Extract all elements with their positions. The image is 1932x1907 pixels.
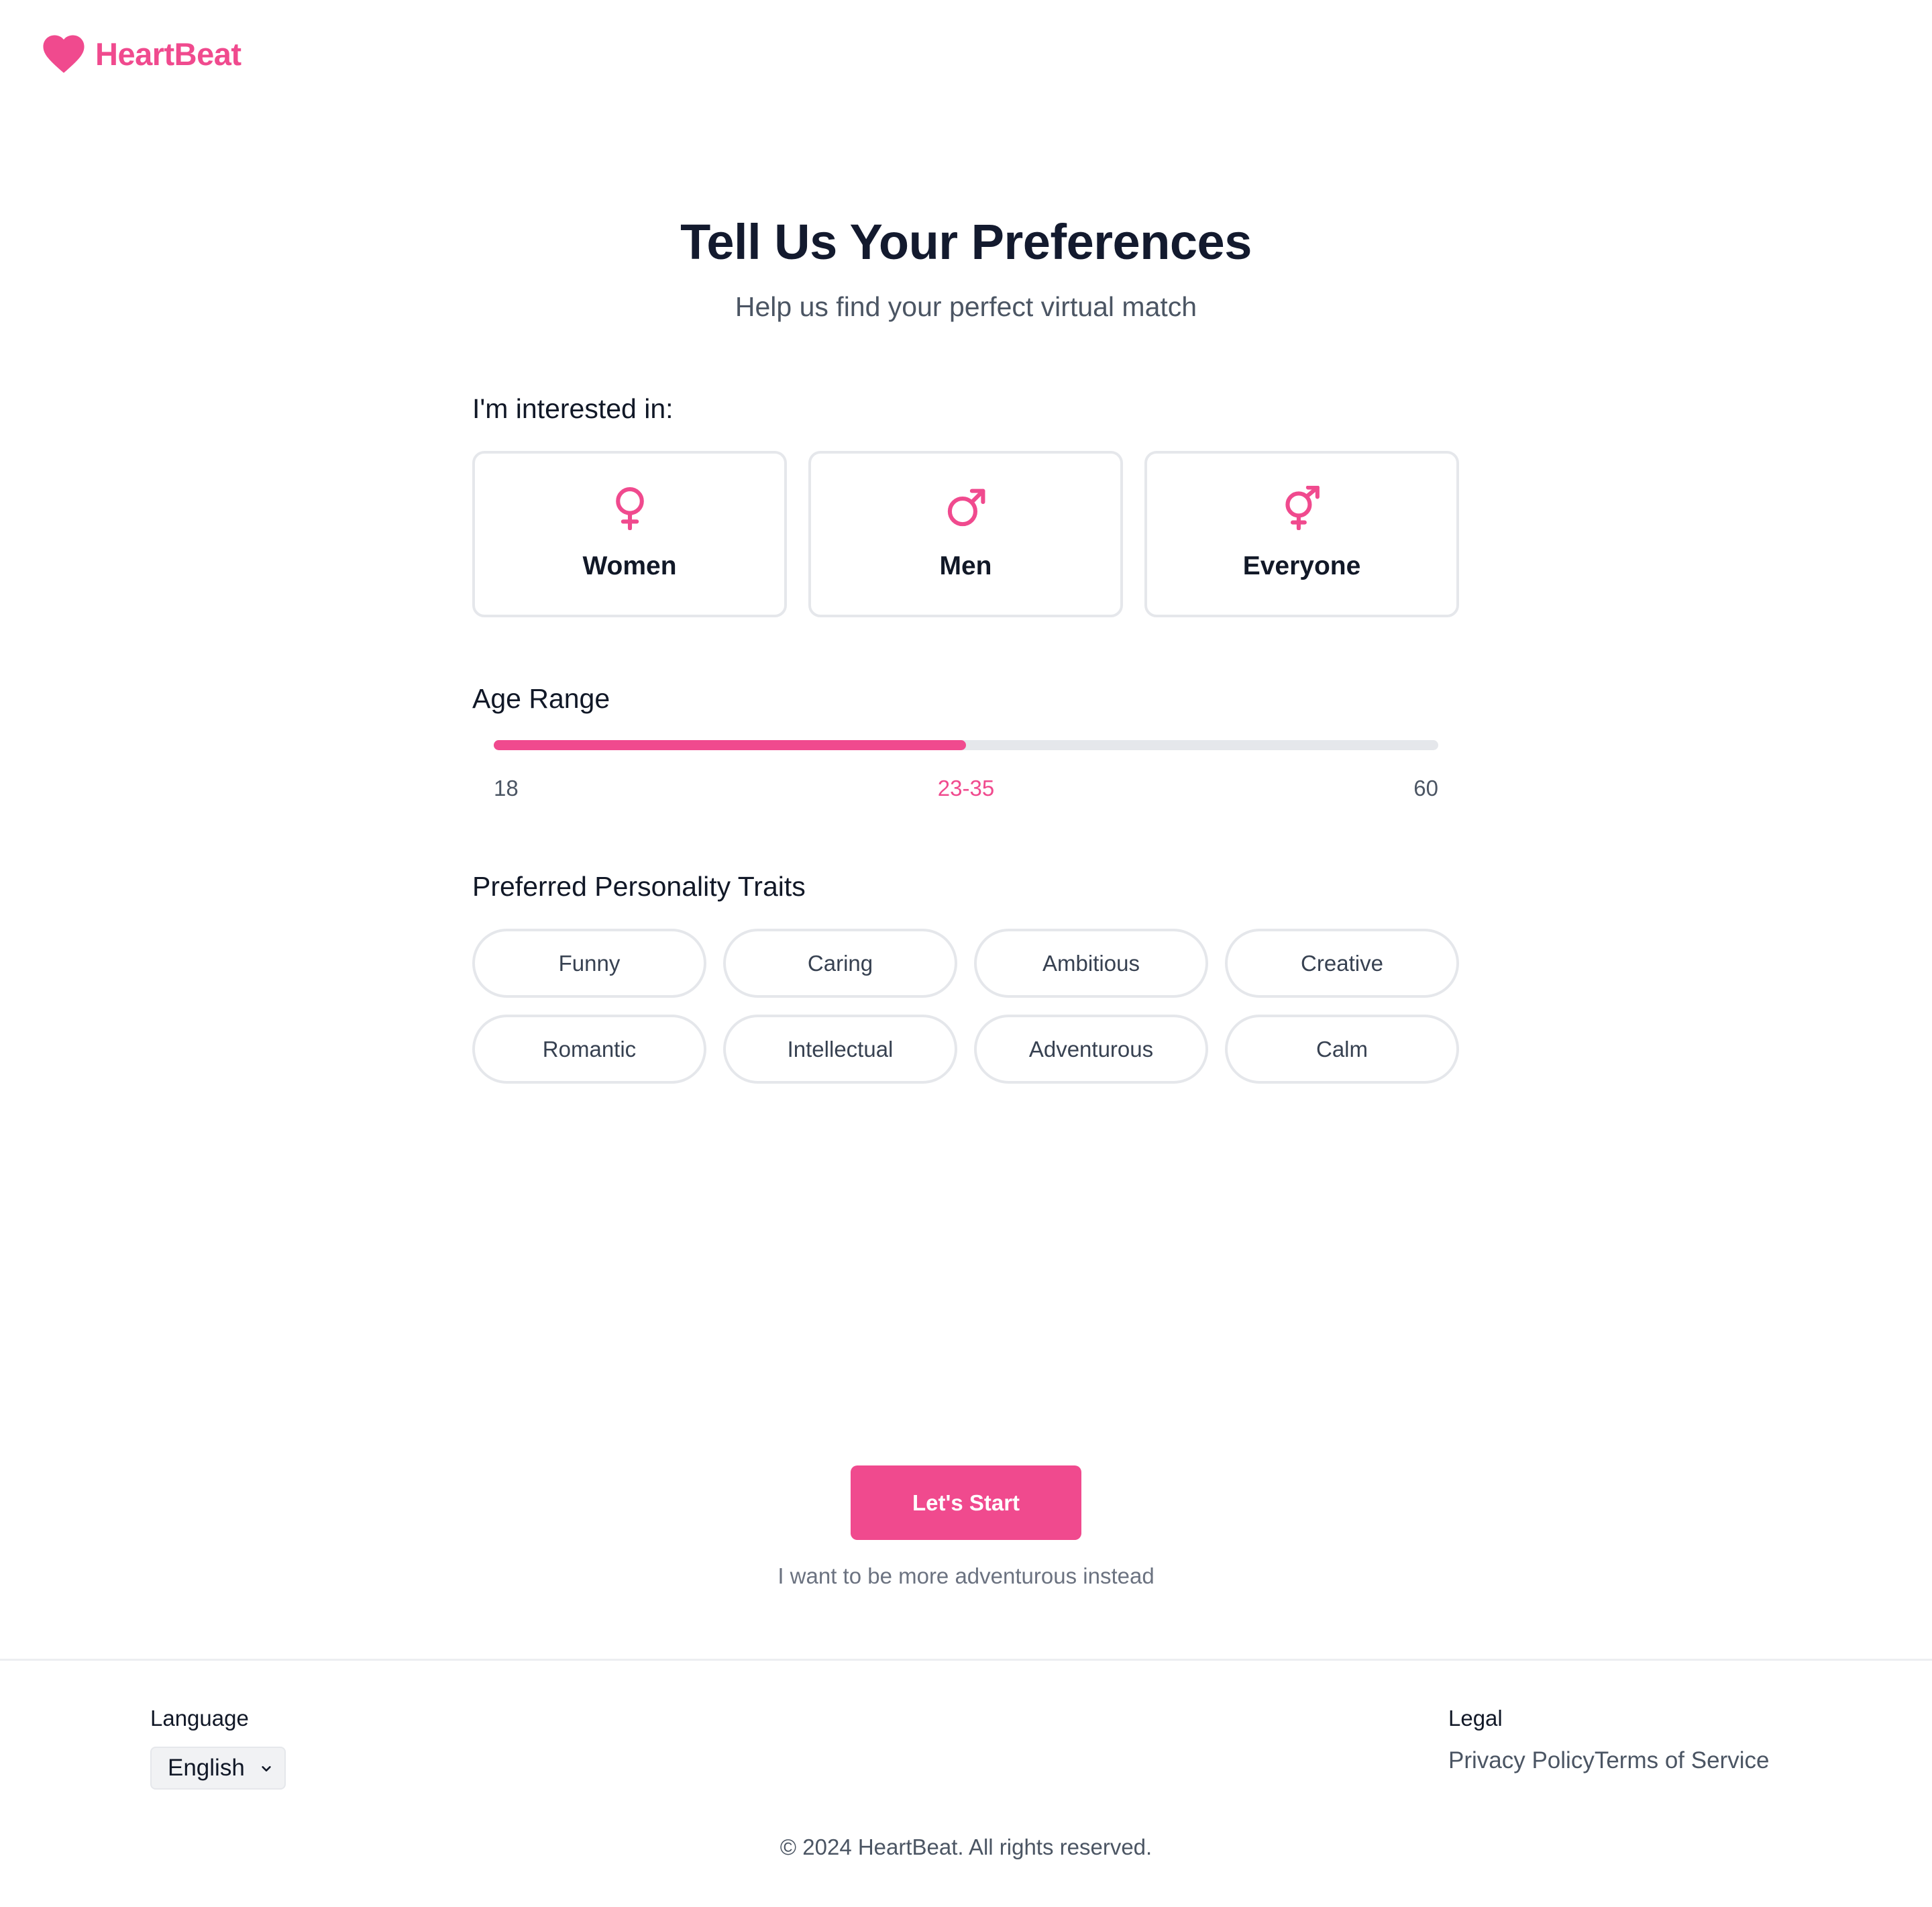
transgender-symbol-icon (1285, 486, 1320, 530)
interest-options: Women Men Everyone (472, 451, 1460, 617)
page-subtitle: Help us find your perfect virtual match (735, 291, 1197, 322)
age-range-max: 60 (1413, 776, 1438, 801)
legal-links: Privacy Policy Terms of Service (1448, 1747, 1769, 1774)
age-range-label: Age Range (472, 683, 610, 714)
chevron-down-icon (262, 1766, 271, 1771)
copyright: © 2024 HeartBeat. All rights reserved. (780, 1835, 1152, 1859)
interest-option-label: Men (939, 552, 992, 580)
language-select[interactable]: English (150, 1747, 286, 1790)
brand-name: HeartBeat (95, 36, 241, 72)
trait-chip-caring[interactable]: Caring (723, 929, 957, 998)
trait-chip-calm[interactable]: Calm (1225, 1015, 1459, 1084)
lets-start-button[interactable]: Let's Start (851, 1465, 1081, 1540)
trait-chip-intellectual[interactable]: Intellectual (723, 1015, 957, 1084)
male-symbol-icon (947, 488, 985, 527)
interest-option-women[interactable]: Women (472, 451, 787, 617)
trait-chip-funny[interactable]: Funny (472, 929, 706, 998)
legal-heading: Legal (1448, 1706, 1503, 1731)
age-range-fill[interactable] (494, 740, 966, 750)
language-heading: Language (150, 1706, 249, 1731)
page-title: Tell Us Your Preferences (680, 214, 1252, 270)
adventurous-link[interactable]: I want to be more adventurous instead (0, 1563, 1932, 1589)
interest-option-everyone[interactable]: Everyone (1144, 451, 1459, 617)
interest-label: I'm interested in: (472, 393, 674, 424)
interest-option-label: Everyone (1242, 552, 1361, 580)
language-selected-value: English (168, 1755, 245, 1781)
brand-logo[interactable]: HeartBeat (42, 32, 241, 75)
trait-chip-ambitious[interactable]: Ambitious (974, 929, 1208, 998)
footer-divider (0, 1659, 1932, 1661)
heart-icon (43, 35, 85, 73)
interest-option-label: Women (582, 552, 677, 580)
age-range-value: 23-35 (937, 776, 995, 801)
trait-chip-adventurous[interactable]: Adventurous (974, 1015, 1208, 1084)
privacy-policy-link[interactable]: Privacy Policy (1448, 1747, 1595, 1774)
traits-label: Preferred Personality Traits (472, 871, 806, 902)
trait-chip-creative[interactable]: Creative (1225, 929, 1459, 998)
female-symbol-icon (615, 487, 644, 530)
age-range-slider[interactable] (494, 740, 1438, 750)
terms-of-service-link[interactable]: Terms of Service (1595, 1747, 1770, 1774)
interest-option-men[interactable]: Men (808, 451, 1123, 617)
trait-chip-romantic[interactable]: Romantic (472, 1015, 706, 1084)
